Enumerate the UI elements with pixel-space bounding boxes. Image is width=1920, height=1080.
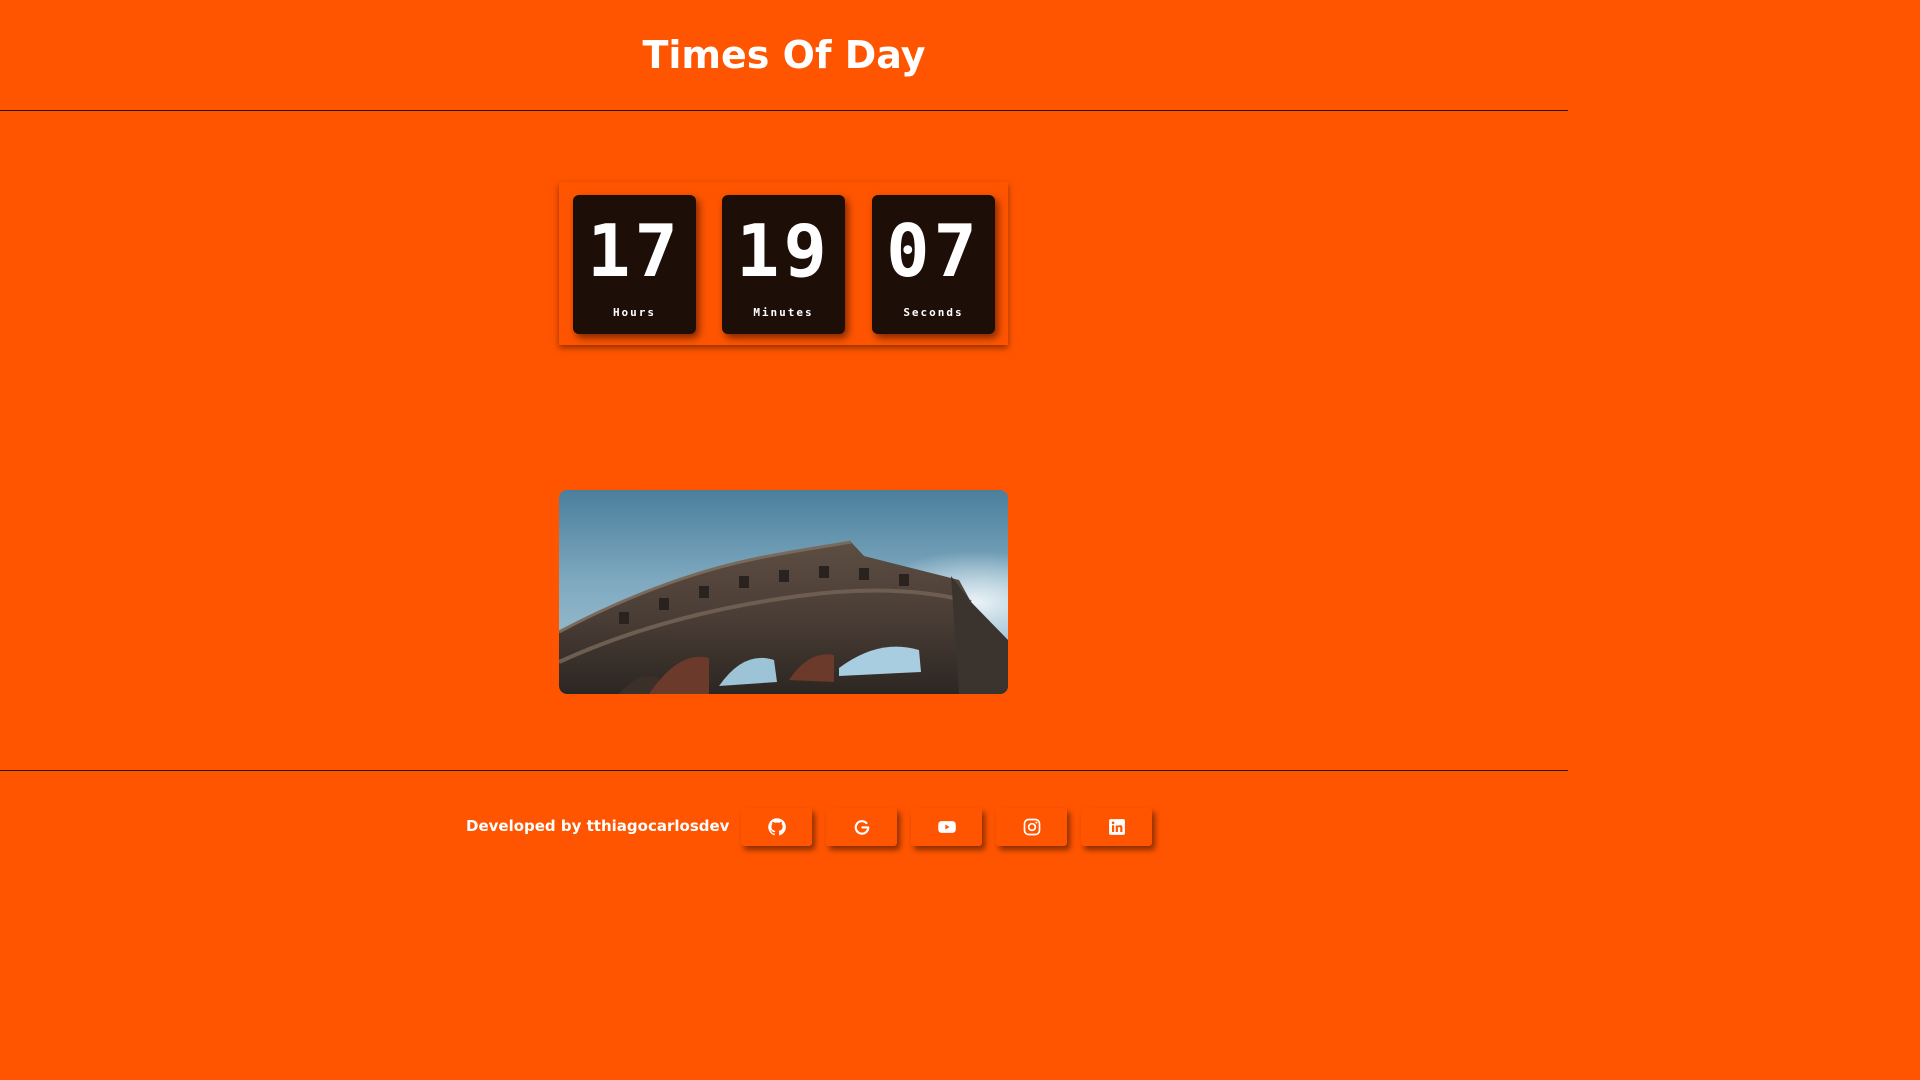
developer-credit: Developed by tthiagocarlosdev — [466, 817, 730, 835]
linkedin-icon — [1107, 817, 1127, 837]
minutes-label: Minutes — [753, 306, 814, 319]
page-title: Times Of Day — [642, 33, 926, 77]
page-header: Times Of Day — [0, 0, 1568, 111]
github-icon — [767, 817, 787, 837]
google-button[interactable] — [826, 808, 897, 846]
colosseum-image — [559, 490, 1008, 694]
linkedin-button[interactable] — [1081, 808, 1152, 846]
page: Times Of Day 17 Hours 19 Minutes 07 Seco… — [0, 0, 1568, 882]
youtube-icon — [937, 817, 957, 837]
seconds-card: 07 Seconds — [872, 195, 995, 334]
hours-value: 17 — [587, 209, 682, 293]
minutes-card: 19 Minutes — [722, 195, 845, 334]
hours-card: 17 Hours — [573, 195, 696, 334]
seconds-label: Seconds — [903, 306, 964, 319]
minutes-value: 19 — [736, 209, 831, 293]
google-icon — [852, 817, 872, 837]
hours-label: Hours — [612, 306, 657, 319]
seconds-value: 07 — [886, 209, 981, 293]
clock-panel: 17 Hours 19 Minutes 07 Seconds — [559, 182, 1008, 345]
github-button[interactable] — [741, 808, 812, 846]
page-footer: Developed by tthiagocarlosdev — [0, 770, 1568, 883]
instagram-button[interactable] — [996, 808, 1067, 846]
youtube-button[interactable] — [911, 808, 982, 846]
instagram-icon — [1022, 817, 1042, 837]
